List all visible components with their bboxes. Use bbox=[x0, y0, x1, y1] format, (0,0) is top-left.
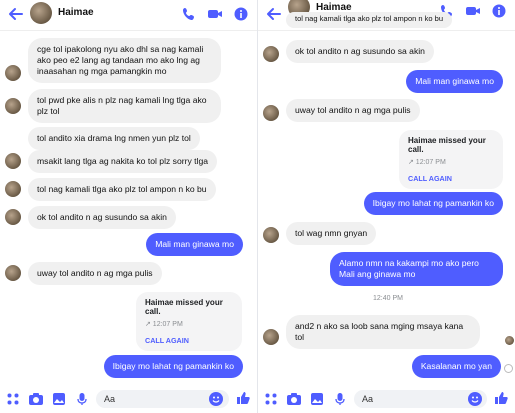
missed-call-time: ↗ 12:07 PM bbox=[145, 321, 183, 328]
emoji-icon[interactable] bbox=[468, 392, 482, 406]
composer-bar: Aa bbox=[0, 385, 257, 413]
outgoing-message: Mali man ginawa mo bbox=[146, 233, 243, 256]
missed-call-card: Haimae missed your call. ↗ 12:07 PM CALL… bbox=[136, 292, 242, 351]
message-list: ok tol andito n ag susundo sa akin Mali … bbox=[258, 30, 515, 385]
incoming-message: msakit lang tlga ag nakita ko tol plz so… bbox=[28, 150, 218, 173]
outgoing-message: Mali man ginawa mo bbox=[406, 70, 503, 93]
microphone-icon[interactable] bbox=[332, 391, 348, 407]
like-icon[interactable] bbox=[494, 391, 508, 405]
missed-call-card: Haimae missed your call. ↗ 12:07 PM CALL… bbox=[399, 130, 503, 189]
read-receipt-avatar bbox=[505, 336, 514, 345]
menu-dots-icon[interactable] bbox=[5, 391, 21, 407]
sender-avatar bbox=[263, 227, 279, 243]
info-icon[interactable] bbox=[491, 3, 507, 19]
composer-bar: Aa bbox=[258, 385, 515, 413]
sender-avatar bbox=[5, 181, 21, 197]
like-icon[interactable] bbox=[236, 391, 250, 405]
camera-icon[interactable] bbox=[286, 391, 302, 407]
missed-call-title: Haimae missed your call. bbox=[408, 136, 486, 154]
sender-avatar bbox=[263, 329, 279, 345]
contact-avatar[interactable] bbox=[30, 2, 52, 24]
missed-call-title: Haimae missed your call. bbox=[145, 298, 223, 316]
sender-avatar bbox=[5, 153, 21, 169]
incoming-message: uway tol andito n ag mga pulis bbox=[286, 99, 420, 122]
chat-timestamp: 12:40 PM bbox=[373, 295, 403, 302]
sender-avatar bbox=[5, 209, 21, 225]
incoming-message: uway tol andito n ag mga pulis bbox=[28, 262, 162, 285]
missed-call-time: ↗ 12:07 PM bbox=[408, 159, 446, 166]
incoming-message: ok tol andito n ag susundo sa akin bbox=[28, 206, 176, 229]
chat-header: Haimae tol nag kamali tlga ako plz tol a… bbox=[258, 0, 515, 31]
incoming-message-partial: tol nag kamali tlga ako plz tol ampon n … bbox=[286, 12, 453, 28]
emoji-icon[interactable] bbox=[209, 392, 223, 406]
incoming-message: ok tol andito n ag susundo sa akin bbox=[286, 40, 434, 63]
call-again-button[interactable]: CALL AGAIN bbox=[408, 174, 494, 183]
sent-status-icon bbox=[504, 364, 513, 373]
outgoing-message: Alamo nmn na kakampi mo ako pero Mali an… bbox=[330, 252, 503, 286]
sender-avatar bbox=[5, 98, 21, 114]
outgoing-message: Ibigay mo lahat ng pamankin ko bbox=[363, 192, 503, 215]
incoming-message: cge tol ipakolong nyu ako dhl sa nag kam… bbox=[28, 38, 221, 83]
outgoing-message: Ibigay mo lahat ng pamankin ko bbox=[103, 355, 243, 378]
sender-avatar bbox=[5, 265, 21, 281]
back-arrow-icon[interactable] bbox=[7, 5, 25, 23]
menu-dots-icon[interactable] bbox=[263, 391, 279, 407]
incoming-message: tol nag kamali tlga ako plz tol ampon n … bbox=[28, 178, 216, 201]
incoming-message: tol andito xia drama lng nmen yun plz to… bbox=[28, 127, 200, 150]
back-arrow-icon[interactable] bbox=[265, 5, 283, 23]
video-call-icon[interactable] bbox=[465, 3, 481, 19]
message-list: cge tol ipakolong nyu ako dhl sa nag kam… bbox=[0, 30, 257, 385]
video-call-icon[interactable] bbox=[207, 6, 223, 22]
call-again-button[interactable]: CALL AGAIN bbox=[145, 336, 233, 345]
contact-name[interactable]: Haimae bbox=[58, 7, 94, 18]
incoming-message: tol pwd pke alis n plz nag kamali lng tl… bbox=[28, 89, 221, 123]
chat-header: Haimae bbox=[0, 0, 257, 31]
sender-avatar bbox=[263, 46, 279, 62]
phone-call-icon[interactable] bbox=[181, 6, 197, 22]
right-conversation-panel: Haimae tol nag kamali tlga ako plz tol a… bbox=[258, 0, 515, 413]
left-conversation-panel: Haimae cge tol ipakolong nyu ako dhl sa … bbox=[0, 0, 257, 413]
camera-icon[interactable] bbox=[28, 391, 44, 407]
info-icon[interactable] bbox=[233, 6, 249, 22]
sender-avatar bbox=[263, 105, 279, 121]
incoming-message: and2 n ako sa loob sana mging msaya kana… bbox=[286, 315, 480, 349]
outgoing-message: Kasalanan mo yan bbox=[411, 355, 501, 378]
sender-avatar bbox=[5, 65, 21, 81]
incoming-message: tol wag nmn gnyan bbox=[286, 222, 377, 245]
gallery-icon[interactable] bbox=[51, 391, 67, 407]
gallery-icon[interactable] bbox=[309, 391, 325, 407]
microphone-icon[interactable] bbox=[74, 391, 90, 407]
